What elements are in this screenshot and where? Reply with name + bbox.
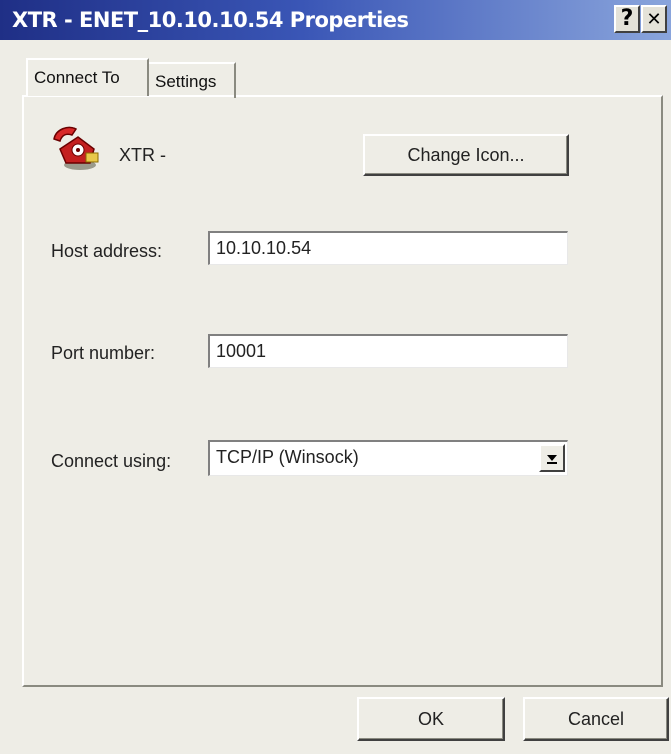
connection-name: XTR - — [119, 145, 166, 165]
close-icon: ✕ — [646, 9, 662, 30]
port-number-input[interactable]: 10001 — [208, 334, 568, 368]
tab-settings[interactable]: Settings — [149, 62, 236, 98]
tab-connect-to[interactable]: Connect To — [26, 58, 149, 96]
connect-using-select[interactable]: TCP/IP (Winsock) — [208, 440, 568, 476]
connect-using-value: TCP/IP (Winsock) — [216, 447, 359, 467]
window-title: XTR - ENET_10.10.10.54 Properties — [12, 8, 409, 32]
change-icon-button[interactable]: Change Icon... — [363, 134, 569, 176]
tab-panel — [22, 95, 663, 687]
cancel-button[interactable]: Cancel — [523, 697, 669, 741]
properties-dialog: XTR - ENET_10.10.10.54 Properties ? ✕ Co… — [0, 0, 671, 754]
telephone-icon — [50, 123, 104, 173]
host-address-input[interactable]: 10.10.10.54 — [208, 231, 568, 265]
port-number-label: Port number: — [51, 343, 156, 363]
chevron-down-icon — [547, 455, 557, 464]
title-bar[interactable]: XTR - ENET_10.10.10.54 Properties ? ✕ — [0, 0, 671, 40]
dropdown-button[interactable] — [539, 444, 565, 472]
ok-button[interactable]: OK — [357, 697, 505, 741]
host-address-label: Host address: — [51, 241, 163, 261]
connect-using-label: Connect using: — [51, 451, 172, 471]
help-button[interactable]: ? — [614, 5, 640, 33]
close-button[interactable]: ✕ — [641, 5, 667, 33]
